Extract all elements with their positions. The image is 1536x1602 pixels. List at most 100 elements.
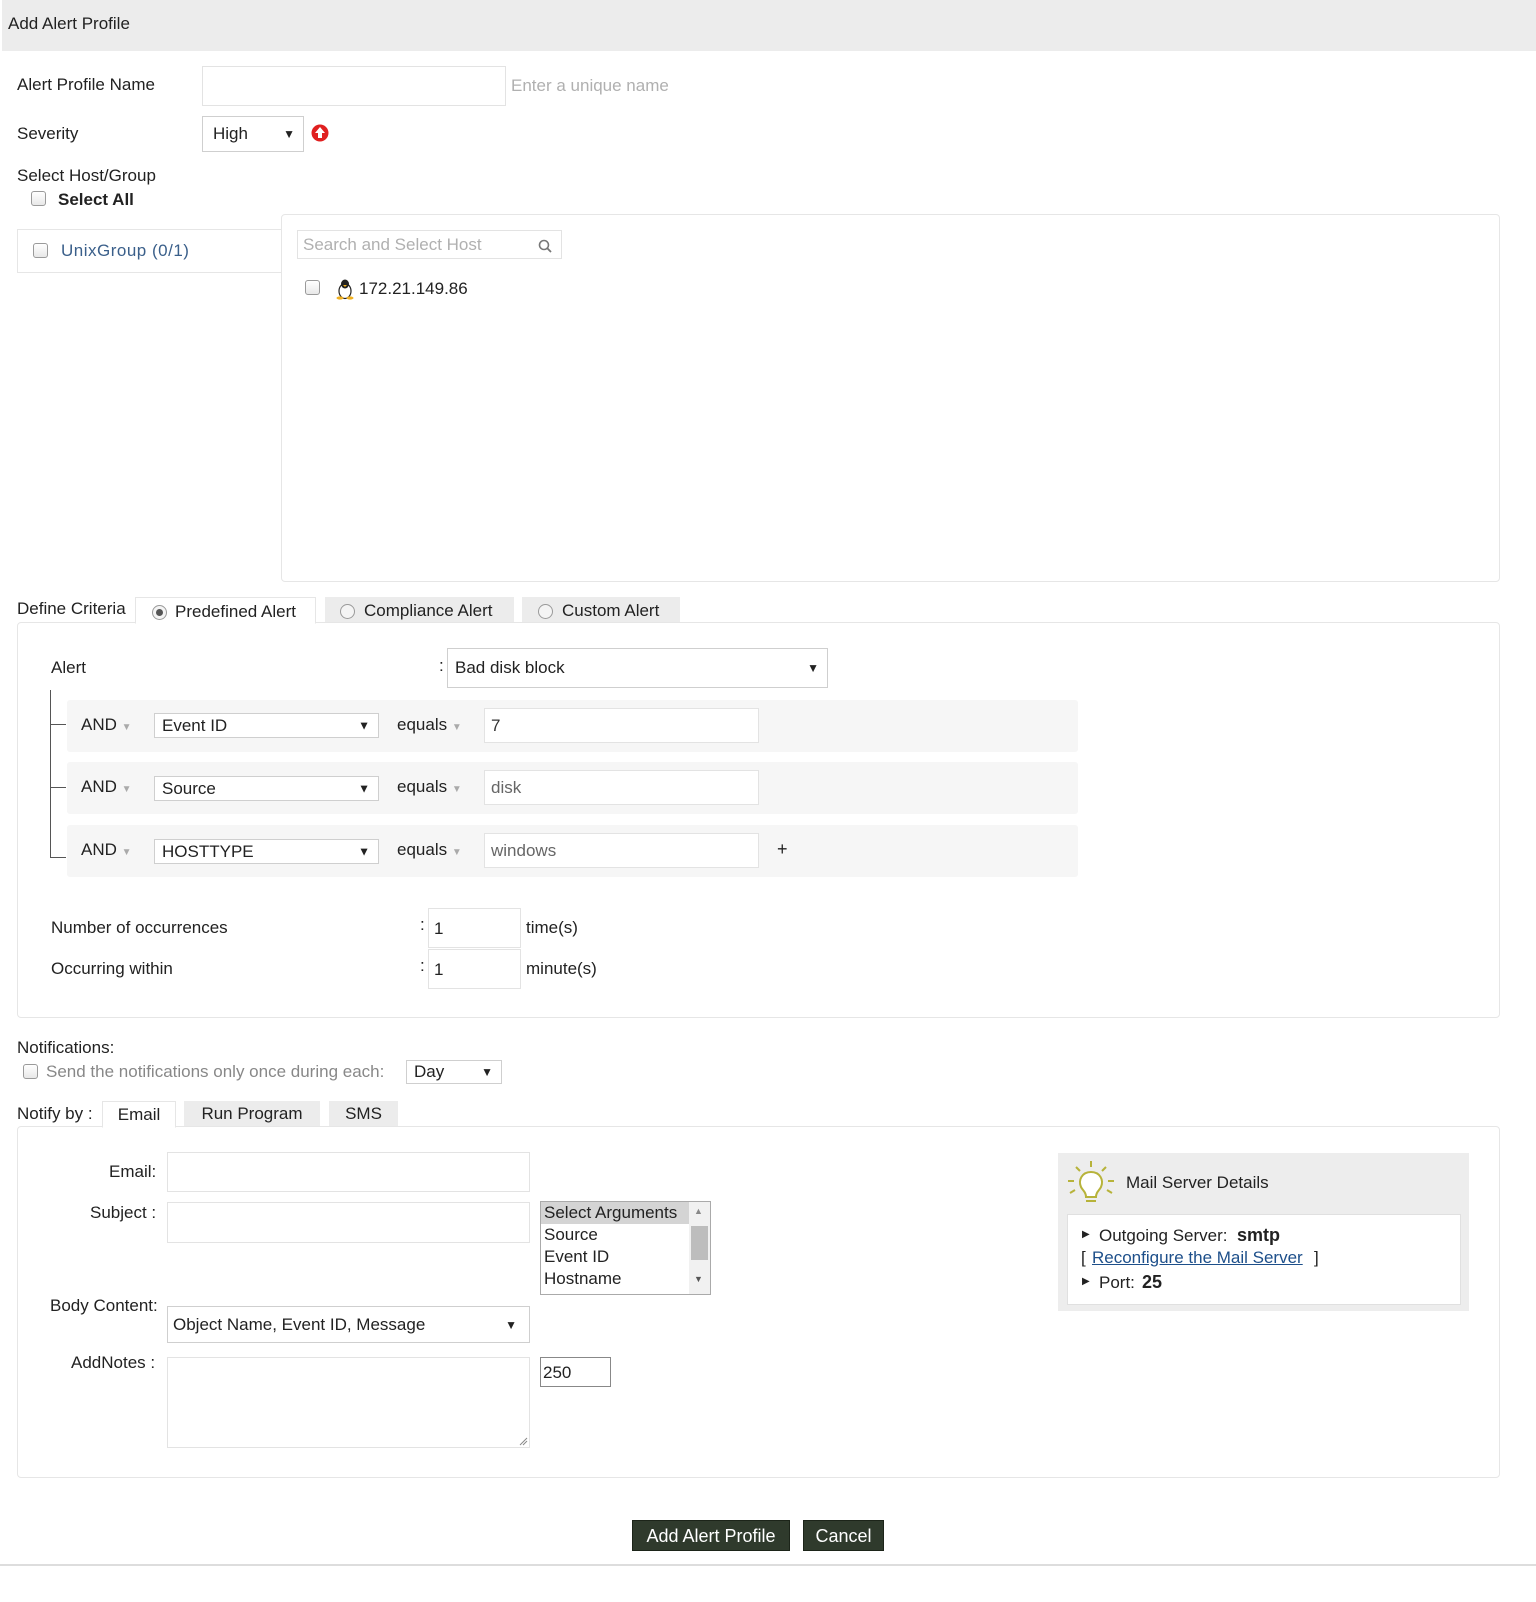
scrollbar-thumb[interactable] (691, 1226, 708, 1260)
body-label: Body Content: (50, 1296, 158, 1315)
notify-once-select[interactable]: Day ▼ (406, 1060, 502, 1084)
within-input[interactable]: 1 (428, 949, 521, 989)
cancel-button[interactable]: Cancel (803, 1520, 884, 1551)
condition-row: AND ▼ Event ID ▼ equals ▼ 7 (67, 700, 1078, 752)
reconfigure-mail-server-link[interactable]: Reconfigure the Mail Server (1092, 1248, 1303, 1268)
tab-predefined-alert[interactable]: Predefined Alert (135, 597, 316, 624)
bullet-icon: ▶ (1082, 1276, 1090, 1287)
field-select[interactable]: HOSTTYPE ▼ (154, 839, 379, 864)
within-unit: minute(s) (526, 959, 597, 978)
custom-radio[interactable] (538, 604, 553, 619)
join-select[interactable]: AND ▼ (81, 840, 132, 860)
notes-counter: 250 (540, 1357, 611, 1387)
field-select[interactable]: Source ▼ (154, 776, 379, 801)
condition-value-input[interactable]: 7 (484, 708, 759, 743)
join-value: AND (81, 840, 117, 859)
email-label: Email: (109, 1162, 157, 1181)
condition-row: AND ▼ HOSTTYPE ▼ equals ▼ windows + (67, 825, 1078, 877)
notify-once-label: Send the notifications only once during … (46, 1062, 385, 1081)
operator-select[interactable]: equals ▼ (397, 715, 462, 735)
outgoing-server-value: smtp (1237, 1225, 1281, 1245)
group-list-item[interactable]: UnixGroup (0/1) (17, 229, 283, 273)
field-select[interactable]: Event ID ▼ (154, 713, 379, 738)
bullet-icon: ▶ (1082, 1229, 1090, 1240)
condition-value-input[interactable]: disk (484, 770, 759, 805)
host-checkbox[interactable] (305, 280, 320, 295)
within-value: 1 (434, 960, 444, 979)
predefined-radio[interactable] (152, 605, 167, 620)
tab-email[interactable]: Email (102, 1101, 176, 1128)
occurrences-colon: : (420, 915, 425, 934)
arguments-option[interactable]: Select Arguments (541, 1202, 689, 1224)
occurrences-input[interactable]: 1 (428, 908, 521, 948)
add-alert-profile-button[interactable]: Add Alert Profile (632, 1520, 790, 1551)
alert-select[interactable]: Bad disk block ▼ (447, 648, 828, 688)
warning-icon (311, 124, 329, 142)
select-all-checkbox[interactable] (31, 191, 46, 206)
condition-value: windows (491, 841, 557, 860)
port-value: 25 (1142, 1272, 1163, 1292)
subject-input[interactable] (167, 1202, 530, 1243)
within-label: Occurring within (51, 959, 173, 978)
tab-compliance-alert[interactable]: Compliance Alert (325, 597, 514, 622)
tab-email-label: Email (117, 1105, 161, 1124)
linux-icon (335, 278, 355, 300)
condition-value: disk (491, 778, 522, 797)
notify-once-value: Day (414, 1062, 445, 1081)
tab-run-program[interactable]: Run Program (184, 1101, 320, 1126)
condition-row: AND ▼ Source ▼ equals ▼ disk (67, 762, 1078, 814)
severity-select[interactable]: High ▼ (202, 116, 304, 152)
host-label[interactable]: 172.21.149.86 (359, 279, 468, 299)
arguments-option[interactable]: Event ID (541, 1246, 710, 1268)
scroll-down-icon[interactable]: ▼ (694, 1274, 703, 1284)
notify-once-checkbox[interactable] (23, 1064, 38, 1079)
profile-name-input[interactable] (202, 66, 506, 106)
group-checkbox[interactable] (33, 243, 48, 258)
search-icon[interactable] (538, 239, 552, 253)
host-search-placeholder: Search and Select Host (303, 235, 482, 254)
condition-value-input[interactable]: windows (484, 833, 759, 868)
operator-value: equals (397, 715, 448, 734)
chevron-down-icon: ▼ (807, 661, 819, 675)
arguments-option[interactable]: Hostname (541, 1268, 710, 1290)
operator-select[interactable]: equals ▼ (397, 777, 462, 797)
group-label[interactable]: UnixGroup (0/1) (61, 241, 189, 261)
severity-value: High (213, 124, 248, 143)
arguments-option[interactable]: Source (541, 1224, 710, 1246)
chevron-down-icon: ▼ (451, 847, 462, 858)
arguments-list[interactable]: Select Arguments Source Event ID Hostnam… (540, 1201, 711, 1295)
host-search-input[interactable]: Search and Select Host (297, 230, 562, 259)
operator-select[interactable]: equals ▼ (397, 840, 462, 860)
alert-value: Bad disk block (455, 658, 565, 677)
notes-textarea[interactable] (167, 1357, 530, 1448)
scroll-up-icon[interactable]: ▲ (694, 1206, 703, 1216)
chevron-down-icon: ▼ (451, 784, 462, 795)
body-select[interactable]: Object Name, Event ID, Message ▼ (167, 1306, 530, 1343)
chevron-down-icon: ▼ (358, 844, 370, 858)
field-value: HOSTTYPE (162, 842, 254, 861)
notes-label: AddNotes : (71, 1353, 156, 1372)
join-select[interactable]: AND ▼ (81, 715, 132, 735)
scrollbar[interactable]: ▲ ▼ (689, 1202, 710, 1294)
chevron-down-icon: ▼ (451, 722, 462, 733)
chevron-down-icon: ▼ (358, 718, 370, 732)
resize-handle-icon[interactable] (519, 1437, 528, 1446)
mail-server-details: ▶ Outgoing Server: smtp [ Reconfigure th… (1067, 1214, 1461, 1305)
bracket-open: [ (1081, 1248, 1086, 1267)
footer-divider (0, 1564, 1536, 1566)
host-panel (281, 214, 1500, 582)
tab-custom-alert[interactable]: Custom Alert (522, 597, 680, 622)
add-condition-button[interactable]: + (777, 839, 788, 860)
occurrences-value: 1 (434, 919, 444, 938)
field-value: Event ID (162, 716, 228, 735)
join-select[interactable]: AND ▼ (81, 777, 132, 797)
operator-value: equals (397, 777, 448, 796)
tab-sms[interactable]: SMS (329, 1101, 398, 1126)
chevron-down-icon: ▼ (121, 847, 132, 858)
email-input[interactable] (167, 1152, 530, 1192)
tab-custom-label: Custom Alert (562, 601, 660, 620)
tab-sms-label: SMS (345, 1104, 382, 1123)
notify-by-label: Notify by : (17, 1104, 93, 1123)
occurrences-label: Number of occurrences (51, 918, 228, 937)
compliance-radio[interactable] (340, 604, 355, 619)
